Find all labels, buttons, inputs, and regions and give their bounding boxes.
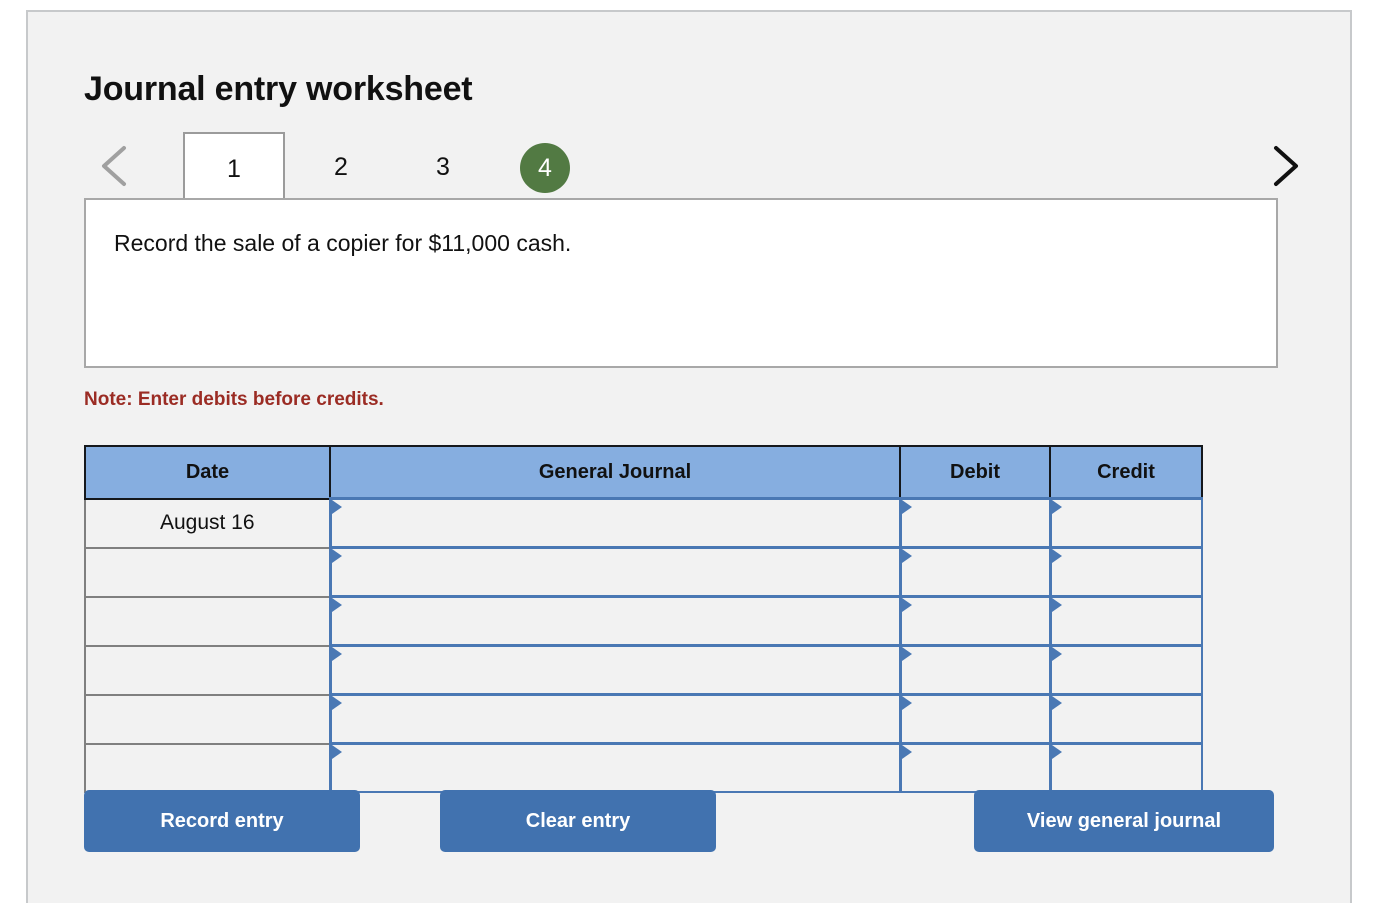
general-journal-input-cell[interactable] — [328, 595, 901, 647]
column-header-date: Date — [84, 445, 331, 500]
tab-2-label: 2 — [334, 153, 348, 181]
credit-input-cell[interactable] — [1048, 497, 1203, 549]
dropdown-triangle-icon — [901, 745, 912, 759]
date-cell[interactable] — [84, 546, 331, 598]
general-journal-input-cell[interactable] — [328, 497, 901, 549]
credit-input-cell[interactable] — [1048, 693, 1203, 745]
chevron-left-icon[interactable] — [94, 140, 138, 192]
debit-input-cell[interactable] — [898, 546, 1051, 598]
record-entry-button[interactable]: Record entry — [84, 790, 360, 852]
dropdown-triangle-icon — [331, 500, 342, 514]
debit-input-cell[interactable] — [898, 742, 1051, 793]
column-header-credit: Credit — [1049, 445, 1203, 500]
date-cell[interactable] — [84, 595, 331, 647]
dropdown-triangle-icon — [331, 549, 342, 563]
chevron-right-icon[interactable] — [1262, 140, 1306, 192]
table-row — [84, 644, 1203, 696]
dropdown-triangle-icon — [331, 696, 342, 710]
date-cell[interactable] — [84, 742, 331, 793]
tab-2[interactable]: 2 — [308, 132, 374, 202]
general-journal-input-cell[interactable] — [328, 693, 901, 745]
general-journal-input-cell[interactable] — [328, 644, 901, 696]
worksheet-screen: Journal entry worksheet 1 2 3 4 Record t… — [0, 0, 1394, 903]
tab-4-badge: 4 — [520, 143, 570, 194]
dropdown-triangle-icon — [1051, 598, 1062, 612]
column-header-debit: Debit — [899, 445, 1051, 500]
column-header-general-journal: General Journal — [329, 445, 901, 500]
dropdown-triangle-icon — [1051, 647, 1062, 661]
tab-3-label: 3 — [436, 153, 450, 181]
general-journal-input-cell[interactable] — [328, 742, 901, 793]
debit-input-cell[interactable] — [898, 693, 1051, 745]
dropdown-triangle-icon — [901, 598, 912, 612]
general-journal-input-cell[interactable] — [328, 546, 901, 598]
debit-input-cell[interactable] — [898, 497, 1051, 549]
table-row: August 16 — [84, 497, 1203, 549]
credit-input-cell[interactable] — [1048, 644, 1203, 696]
dropdown-triangle-icon — [331, 647, 342, 661]
worksheet-panel: Journal entry worksheet 1 2 3 4 Record t… — [26, 10, 1352, 903]
view-general-journal-button[interactable]: View general journal — [974, 790, 1274, 852]
clear-entry-button[interactable]: Clear entry — [440, 790, 716, 852]
table-row — [84, 595, 1203, 647]
tab-4[interactable]: 4 — [512, 132, 578, 202]
instruction-box: Record the sale of a copier for $11,000 … — [84, 198, 1278, 368]
table-row — [84, 693, 1203, 745]
dropdown-triangle-icon — [901, 647, 912, 661]
credit-input-cell[interactable] — [1048, 546, 1203, 598]
table-row — [84, 742, 1203, 793]
instruction-text: Record the sale of a copier for $11,000 … — [114, 230, 572, 256]
tab-1[interactable]: 1 — [183, 132, 285, 204]
date-cell[interactable] — [84, 693, 331, 745]
debit-input-cell[interactable] — [898, 595, 1051, 647]
dropdown-triangle-icon — [901, 696, 912, 710]
dropdown-triangle-icon — [331, 745, 342, 759]
date-cell[interactable]: August 16 — [84, 497, 331, 549]
dropdown-triangle-icon — [1051, 745, 1062, 759]
debit-input-cell[interactable] — [898, 644, 1051, 696]
table-header-row: Date General Journal Debit Credit — [84, 445, 1203, 500]
tab-1-label: 1 — [227, 155, 241, 183]
dropdown-triangle-icon — [901, 549, 912, 563]
debits-before-credits-note: Note: Enter debits before credits. — [84, 389, 384, 410]
credit-input-cell[interactable] — [1048, 595, 1203, 647]
dropdown-triangle-icon — [1051, 549, 1062, 563]
journal-entry-table: Date General Journal Debit Credit August… — [84, 445, 1203, 793]
page-title: Journal entry worksheet — [84, 69, 473, 108]
dropdown-triangle-icon — [1051, 500, 1062, 514]
table-row — [84, 546, 1203, 598]
credit-input-cell[interactable] — [1048, 742, 1203, 793]
date-cell[interactable] — [84, 644, 331, 696]
dropdown-triangle-icon — [331, 598, 342, 612]
table-body: August 16 — [84, 497, 1203, 793]
tab-3[interactable]: 3 — [410, 132, 476, 202]
dropdown-triangle-icon — [901, 500, 912, 514]
dropdown-triangle-icon — [1051, 696, 1062, 710]
